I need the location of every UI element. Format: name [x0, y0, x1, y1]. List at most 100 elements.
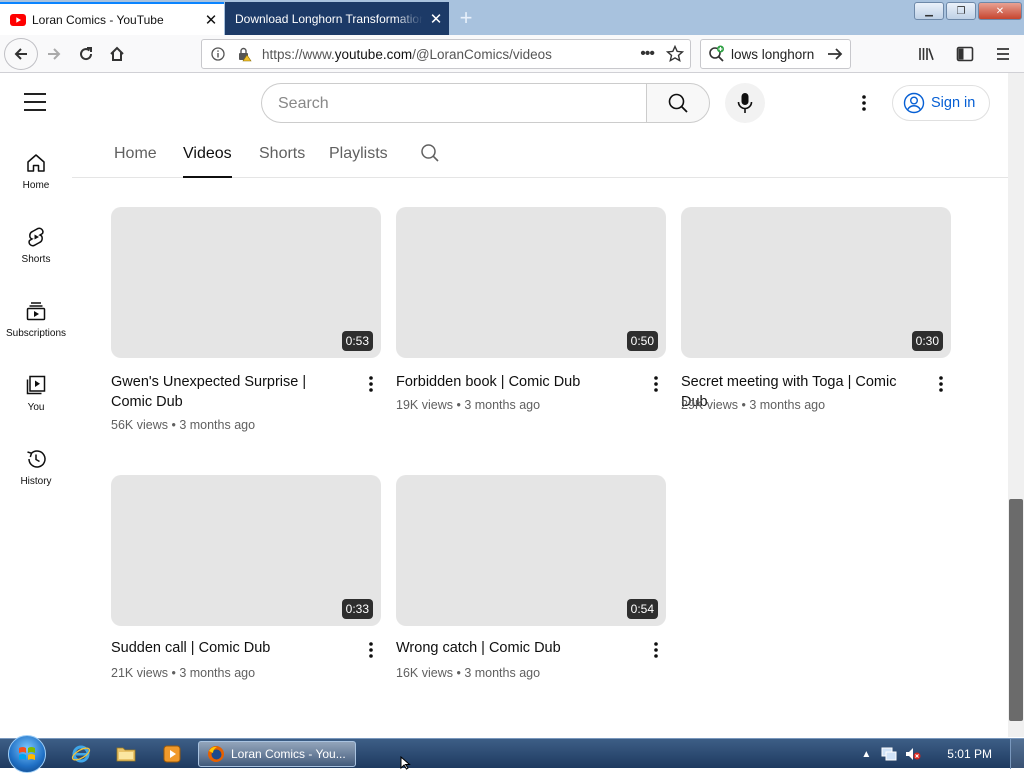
tab-home[interactable]: Home [114, 145, 157, 163]
tab-title: Loran Comics - YouTube [32, 12, 164, 27]
video-thumbnail[interactable]: 0:53 [111, 207, 381, 358]
video-thumbnail[interactable]: 0:50 [396, 207, 666, 358]
taskbar-pin-internet-explorer[interactable] [63, 742, 99, 766]
sidebar-item-home[interactable]: Home [0, 140, 72, 214]
video-thumbnail[interactable]: 0:33 [111, 475, 381, 626]
sidebar-item-you[interactable]: You [0, 362, 72, 436]
video-menu-icon[interactable] [363, 640, 379, 660]
upload-age: 3 months ago [464, 666, 541, 680]
view-count: 56K views [111, 418, 168, 432]
volume-muted-icon[interactable] [905, 747, 921, 761]
sidebar-item-history[interactable]: History [0, 436, 72, 510]
youtube-search-button[interactable] [646, 83, 710, 123]
site-info-icon[interactable] [208, 47, 228, 61]
sidebar-item-label: Subscriptions [5, 328, 67, 339]
url-path: /@LoranComics/videos [412, 46, 552, 62]
subscriptions-icon [26, 302, 46, 321]
home-button[interactable] [101, 38, 133, 70]
tab-videos[interactable]: Videos [183, 145, 232, 178]
shorts-icon [28, 227, 44, 247]
show-hidden-icons-icon[interactable]: ▲ [861, 749, 871, 760]
insecure-lock-icon[interactable] [234, 47, 254, 62]
video-menu-icon[interactable] [648, 640, 664, 660]
browser-search-bar[interactable]: lows longhorn [700, 39, 851, 69]
page-actions-icon[interactable]: ••• [640, 45, 655, 63]
url-text: https://www.youtube.com/@LoranComics/vid… [262, 47, 552, 62]
video-thumbnail[interactable]: 0:54 [396, 475, 666, 626]
show-desktop-button[interactable] [1010, 739, 1024, 769]
window-controls: ▁ ❐ ✕ [914, 2, 1022, 20]
window-close-button[interactable]: ✕ [978, 2, 1022, 20]
history-icon [27, 450, 46, 468]
tab-download-longhorn[interactable]: Download Longhorn Transformation ✕ [225, 2, 449, 35]
library-icon[interactable] [912, 38, 942, 70]
url-prefix: https://www. [262, 46, 335, 62]
start-button[interactable] [8, 735, 46, 773]
reload-button[interactable] [70, 38, 102, 70]
video-metadata: 19K views • 3 months ago [396, 398, 541, 412]
video-card[interactable]: 0:30 Secret meeting with Toga | Comic Du… [681, 207, 951, 412]
video-metadata: 21K views • 3 months ago [111, 666, 256, 680]
video-title[interactable]: Gwen's Unexpected Surprise | Comic Dub [111, 372, 351, 412]
taskbar-app-firefox[interactable]: Loran Comics - You... [198, 741, 356, 767]
video-title[interactable]: Wrong catch | Comic Dub [396, 638, 636, 658]
guide-menu-icon[interactable] [24, 93, 46, 111]
sidebar-item-subscriptions[interactable]: Subscriptions [0, 288, 72, 362]
taskbar-pin-explorer[interactable] [108, 742, 144, 766]
video-thumbnail[interactable]: 0:30 [681, 207, 951, 358]
youtube-icon [10, 12, 26, 28]
video-menu-icon[interactable] [933, 374, 949, 394]
view-count: 21K views [111, 666, 168, 680]
video-menu-icon[interactable] [648, 374, 664, 394]
tab-strip: Loran Comics - YouTube ✕ Download Longho… [0, 0, 1024, 35]
address-bar[interactable]: https://www.youtube.com/@LoranComics/vid… [201, 39, 691, 69]
tab-shorts[interactable]: Shorts [259, 145, 305, 163]
forward-button[interactable] [38, 38, 70, 70]
duration-badge: 0:50 [626, 331, 658, 351]
sidebar-item-label: Home [22, 180, 50, 191]
tab-playlists[interactable]: Playlists [329, 145, 388, 163]
library-icon [26, 375, 46, 395]
settings-more-icon[interactable] [852, 91, 876, 115]
sidebar-item-shorts[interactable]: Shorts [0, 214, 72, 288]
channel-tabs: Home Videos Shorts Playlists [72, 131, 1008, 178]
video-card[interactable]: 0:54 Wrong catch | Comic Dub 16K views •… [396, 475, 666, 680]
video-title[interactable]: Forbidden book | Comic Dub [396, 372, 636, 392]
upload-age: 3 months ago [179, 418, 256, 432]
tab-loran-comics[interactable]: Loran Comics - YouTube ✕ [0, 2, 224, 35]
video-menu-icon[interactable] [363, 374, 379, 394]
new-tab-button[interactable]: + [452, 4, 480, 32]
browser-toolbar-icons [912, 38, 1018, 70]
sidebar-toggle-icon[interactable] [950, 38, 980, 70]
upload-age: 3 months ago [464, 398, 541, 412]
tab-title: Download Longhorn Transformation [235, 11, 423, 26]
restore-button[interactable]: ❐ [946, 2, 976, 20]
video-title[interactable]: Sudden call | Comic Dub [111, 638, 351, 658]
folder-icon [116, 747, 136, 762]
sidebar-item-label: Shorts [21, 254, 51, 265]
upload-age: 3 months ago [749, 398, 826, 412]
video-card[interactable]: 0:50 Forbidden book | Comic Dub 19K view… [396, 207, 666, 412]
menu-icon[interactable] [988, 38, 1018, 70]
voice-search-button[interactable] [725, 83, 765, 123]
scrollbar-thumb[interactable] [1009, 499, 1023, 721]
minimize-button[interactable]: ▁ [914, 2, 944, 20]
back-button[interactable] [4, 38, 38, 70]
microphone-icon [737, 93, 753, 113]
duration-badge: 0:30 [911, 331, 943, 351]
clock[interactable]: 5:01 PM [947, 747, 992, 761]
media-player-icon [163, 745, 181, 763]
network-icon[interactable] [881, 747, 897, 761]
close-tab-icon[interactable]: ✕ [423, 6, 449, 32]
bookmark-star-icon[interactable] [666, 45, 684, 63]
duration-badge: 0:53 [341, 331, 373, 351]
account-circle-icon [903, 92, 925, 114]
taskbar-pin-media-player[interactable] [154, 742, 190, 766]
channel-search-icon[interactable] [420, 143, 440, 168]
video-card[interactable]: 0:33 Sudden call | Comic Dub 21K views •… [111, 475, 381, 680]
go-arrow-icon[interactable] [826, 46, 844, 62]
video-card[interactable]: 0:53 Gwen's Unexpected Surprise | Comic … [111, 207, 381, 432]
sign-in-button[interactable]: Sign in [892, 85, 990, 121]
youtube-search-input[interactable]: Search [261, 83, 647, 123]
close-tab-icon[interactable]: ✕ [198, 7, 224, 33]
